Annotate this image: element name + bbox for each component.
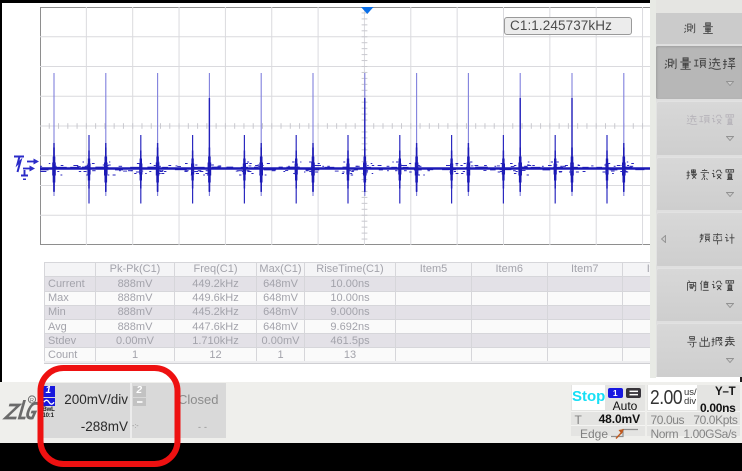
svg-text:R: R	[30, 398, 34, 404]
